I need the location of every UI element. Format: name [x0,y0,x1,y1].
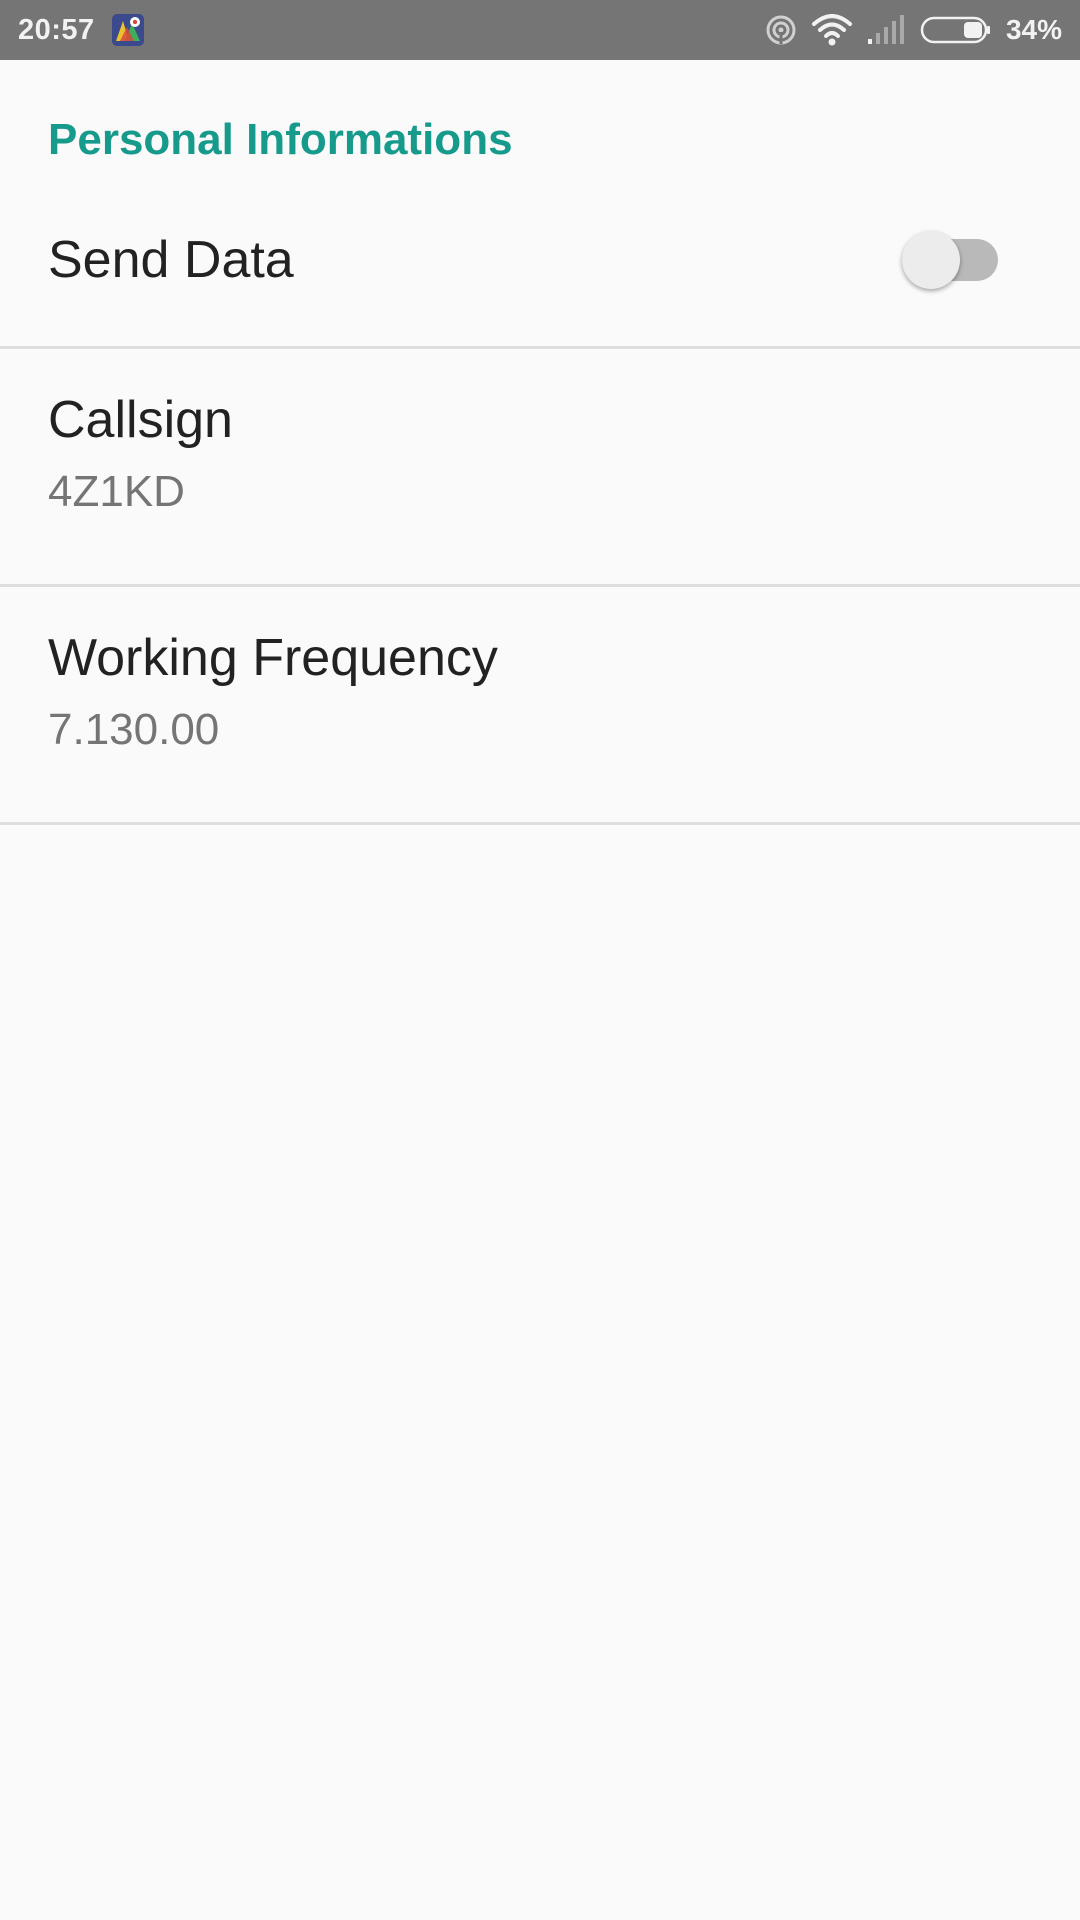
status-time: 20:57 [18,13,95,46]
wifi-icon [811,14,852,46]
callsign-value: 4Z1KD [48,467,185,516]
callsign-preference[interactable]: Callsign 4Z1KD [0,349,1080,585]
divider [0,822,1080,825]
hotspot-icon [766,15,796,45]
signal-icon [867,15,904,44]
send-data-title: Send Data [48,231,294,289]
send-data-toggle-thumb[interactable] [902,231,960,289]
callsign-title: Callsign [48,391,233,449]
battery-percent: 34% [1005,14,1062,45]
category-title: Personal Informations [48,115,513,164]
status-icons: 34% [764,13,1062,47]
status-bar: 20:57 34% [0,0,1080,60]
map-pin-app-icon [111,14,144,46]
working-frequency-value: 7.130.00 [48,705,220,754]
working-frequency-title: Working Frequency [48,629,498,687]
battery-icon [920,16,990,44]
working-frequency-preference[interactable]: Working Frequency 7.130.00 [0,587,1080,823]
